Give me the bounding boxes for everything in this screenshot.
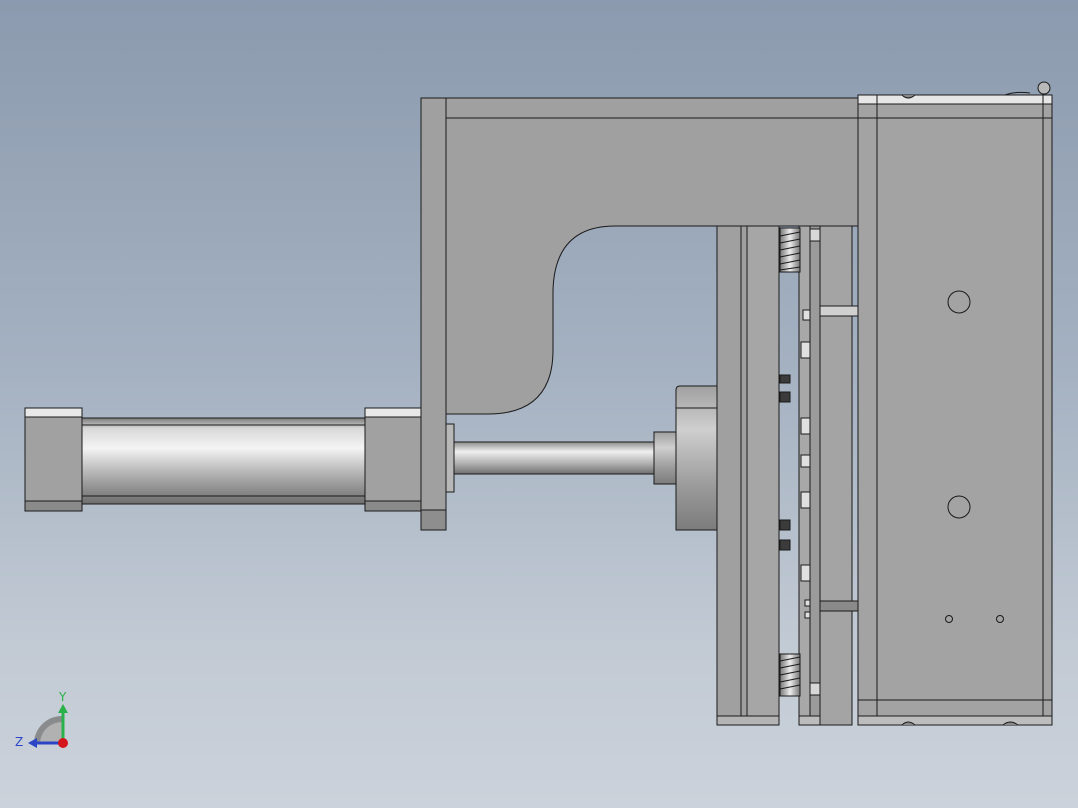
graphics-viewport[interactable]: Y Z [0,0,1078,808]
compression-spring-top [779,227,801,273]
die-plate-stack[interactable] [716,225,859,726]
z-axis-label: Z [15,735,23,749]
handle-knob [1037,81,1051,95]
mounting-hole [947,290,971,314]
view-orientation-triad: Y Z [15,690,68,749]
right-housing-block[interactable] [857,81,1053,726]
cylinder-rear-cap [24,407,83,512]
compression-spring-bottom [779,653,801,697]
pin-hole [996,615,1004,623]
mounting-hole [947,495,971,519]
cylinder-barrel [81,417,366,505]
air-cylinder[interactable] [24,407,422,512]
pin-hole [945,615,953,623]
cad-model-view[interactable]: Y Z [0,0,1078,808]
cylinder-front-cap [364,407,422,512]
y-axis-label: Y [58,690,67,704]
x-axis-point [58,738,68,748]
piston-rod [453,441,655,475]
